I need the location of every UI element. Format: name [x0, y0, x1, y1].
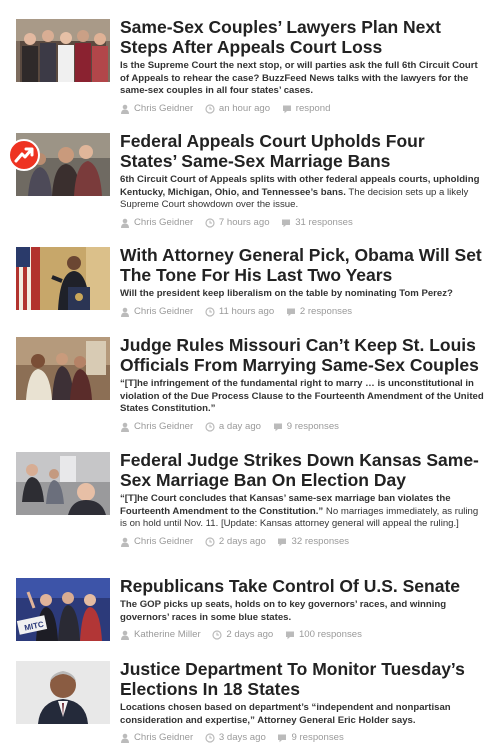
- story-headline[interactable]: Same-Sex Couples’ Lawyers Plan Next Step…: [120, 17, 485, 57]
- story-headline[interactable]: Federal Judge Strikes Down Kansas Same-S…: [120, 450, 485, 490]
- story-meta: Chris Geidner 11 hours ago 2 responses: [120, 306, 485, 321]
- comment-icon: [286, 308, 295, 316]
- comment-icon: [285, 631, 294, 640]
- user-icon: [121, 104, 129, 114]
- story-meta: Chris Geidner a day ago 9 responses: [120, 421, 485, 436]
- clock-icon: [205, 537, 215, 547]
- story-headline[interactable]: Judge Rules Missouri Can’t Keep St. Loui…: [120, 335, 485, 375]
- author-link[interactable]: Chris Geidner: [134, 103, 193, 115]
- trending-badge: [8, 139, 40, 171]
- story-summary: The GOP picks up seats, holds on to key …: [120, 599, 485, 624]
- timestamp: 7 hours ago: [218, 216, 270, 228]
- timestamp: 2 days ago: [218, 535, 266, 547]
- story-headline[interactable]: Republicans Take Control Of U.S. Senate: [120, 576, 485, 596]
- story-meta: Chris Geidner 7 hours ago 31 responses: [120, 217, 485, 232]
- user-icon: [121, 733, 129, 744]
- comment-icon: [278, 538, 287, 546]
- timestamp: an hour ago: [218, 102, 271, 114]
- summary-text: “[T]he infringement of the fundamental r…: [120, 378, 484, 415]
- summary-text: Is the Supreme Court the next stop, or w…: [120, 60, 478, 97]
- user-icon: [121, 630, 129, 641]
- comment-icon: [282, 219, 291, 227]
- story-headline[interactable]: With Attorney General Pick, Obama Will S…: [120, 245, 485, 285]
- story-meta: Katherine Miller 2 days ago 100 response…: [120, 629, 485, 644]
- story-headline[interactable]: Justice Department To Monitor Tuesday’s …: [120, 659, 485, 699]
- responses-link[interactable]: 100 responses: [299, 629, 362, 641]
- responses-link[interactable]: respond: [296, 103, 331, 115]
- user-icon: [121, 422, 129, 432]
- couples-group-photo-icon: [16, 19, 110, 82]
- author-link[interactable]: Katherine Miller: [134, 629, 201, 641]
- story-summary: Locations chosen based on department’s “…: [120, 702, 485, 727]
- clock-icon: [205, 733, 215, 743]
- responses-link[interactable]: 31 responses: [295, 217, 353, 229]
- responses-link[interactable]: 2 responses: [300, 306, 352, 318]
- story-summary: Will the president keep liberalism on th…: [120, 288, 485, 301]
- clock-icon: [205, 104, 215, 114]
- story-thumbnail[interactable]: [16, 337, 110, 400]
- story-headline[interactable]: Federal Appeals Court Upholds Four State…: [120, 131, 485, 171]
- responses-link[interactable]: 9 responses: [291, 732, 343, 744]
- hallway-crowd-photo-icon: [16, 452, 110, 515]
- story-summary: Is the Supreme Court the next stop, or w…: [120, 60, 485, 98]
- timestamp: a day ago: [218, 420, 262, 432]
- story-meta: Chris Geidner 3 days ago 9 responses: [120, 732, 485, 747]
- user-icon: [121, 537, 129, 547]
- author-link[interactable]: Chris Geidner: [134, 306, 193, 318]
- author-link[interactable]: Chris Geidner: [134, 732, 193, 744]
- trending-arrow-icon: [14, 147, 34, 163]
- timestamp: 2 days ago: [226, 629, 274, 641]
- clock-icon: [212, 630, 222, 640]
- timestamp: 3 days ago: [218, 732, 266, 744]
- user-icon: [121, 218, 129, 228]
- story-meta: Chris Geidner 2 days ago 32 responses: [120, 536, 485, 551]
- summary-text: Locations chosen based on department’s “…: [120, 702, 451, 726]
- clock-icon: [205, 218, 215, 228]
- clock-icon: [205, 422, 215, 432]
- comment-icon: [282, 105, 291, 113]
- story-thumbnail[interactable]: MITC: [16, 578, 110, 641]
- author-link[interactable]: Chris Geidner: [134, 217, 193, 229]
- comment-icon: [273, 423, 282, 431]
- author-link[interactable]: Chris Geidner: [134, 536, 193, 548]
- story-summary: “[T]he Court concludes that Kansas’ same…: [120, 493, 485, 531]
- courthouse-photo-icon: [16, 337, 110, 400]
- story-feed: Same-Sex Couples’ Lawyers Plan Next Step…: [0, 0, 497, 748]
- attorney-general-portrait-icon: [16, 661, 110, 724]
- story-meta: Chris Geidner an hour ago respond: [120, 103, 485, 118]
- summary-text: The GOP picks up seats, holds on to key …: [120, 599, 447, 623]
- story-thumbnail[interactable]: [16, 661, 110, 724]
- responses-link[interactable]: 9 responses: [287, 421, 339, 433]
- election-rally-photo-icon: MITC: [16, 578, 110, 641]
- comment-icon: [278, 734, 287, 743]
- story-thumbnail[interactable]: [16, 19, 110, 82]
- summary-text: Will the president keep liberalism on th…: [120, 288, 453, 299]
- story-thumbnail[interactable]: [16, 452, 110, 515]
- responses-link[interactable]: 32 responses: [291, 536, 349, 548]
- story-summary: 6th Circuit Court of Appeals splits with…: [120, 174, 485, 212]
- story-summary: “[T]he infringement of the fundamental r…: [120, 378, 485, 416]
- story-thumbnail[interactable]: [16, 247, 110, 310]
- author-link[interactable]: Chris Geidner: [134, 421, 193, 433]
- president-podium-photo-icon: [16, 247, 110, 310]
- user-icon: [121, 307, 129, 317]
- timestamp: 11 hours ago: [218, 305, 275, 317]
- clock-icon: [205, 306, 215, 317]
